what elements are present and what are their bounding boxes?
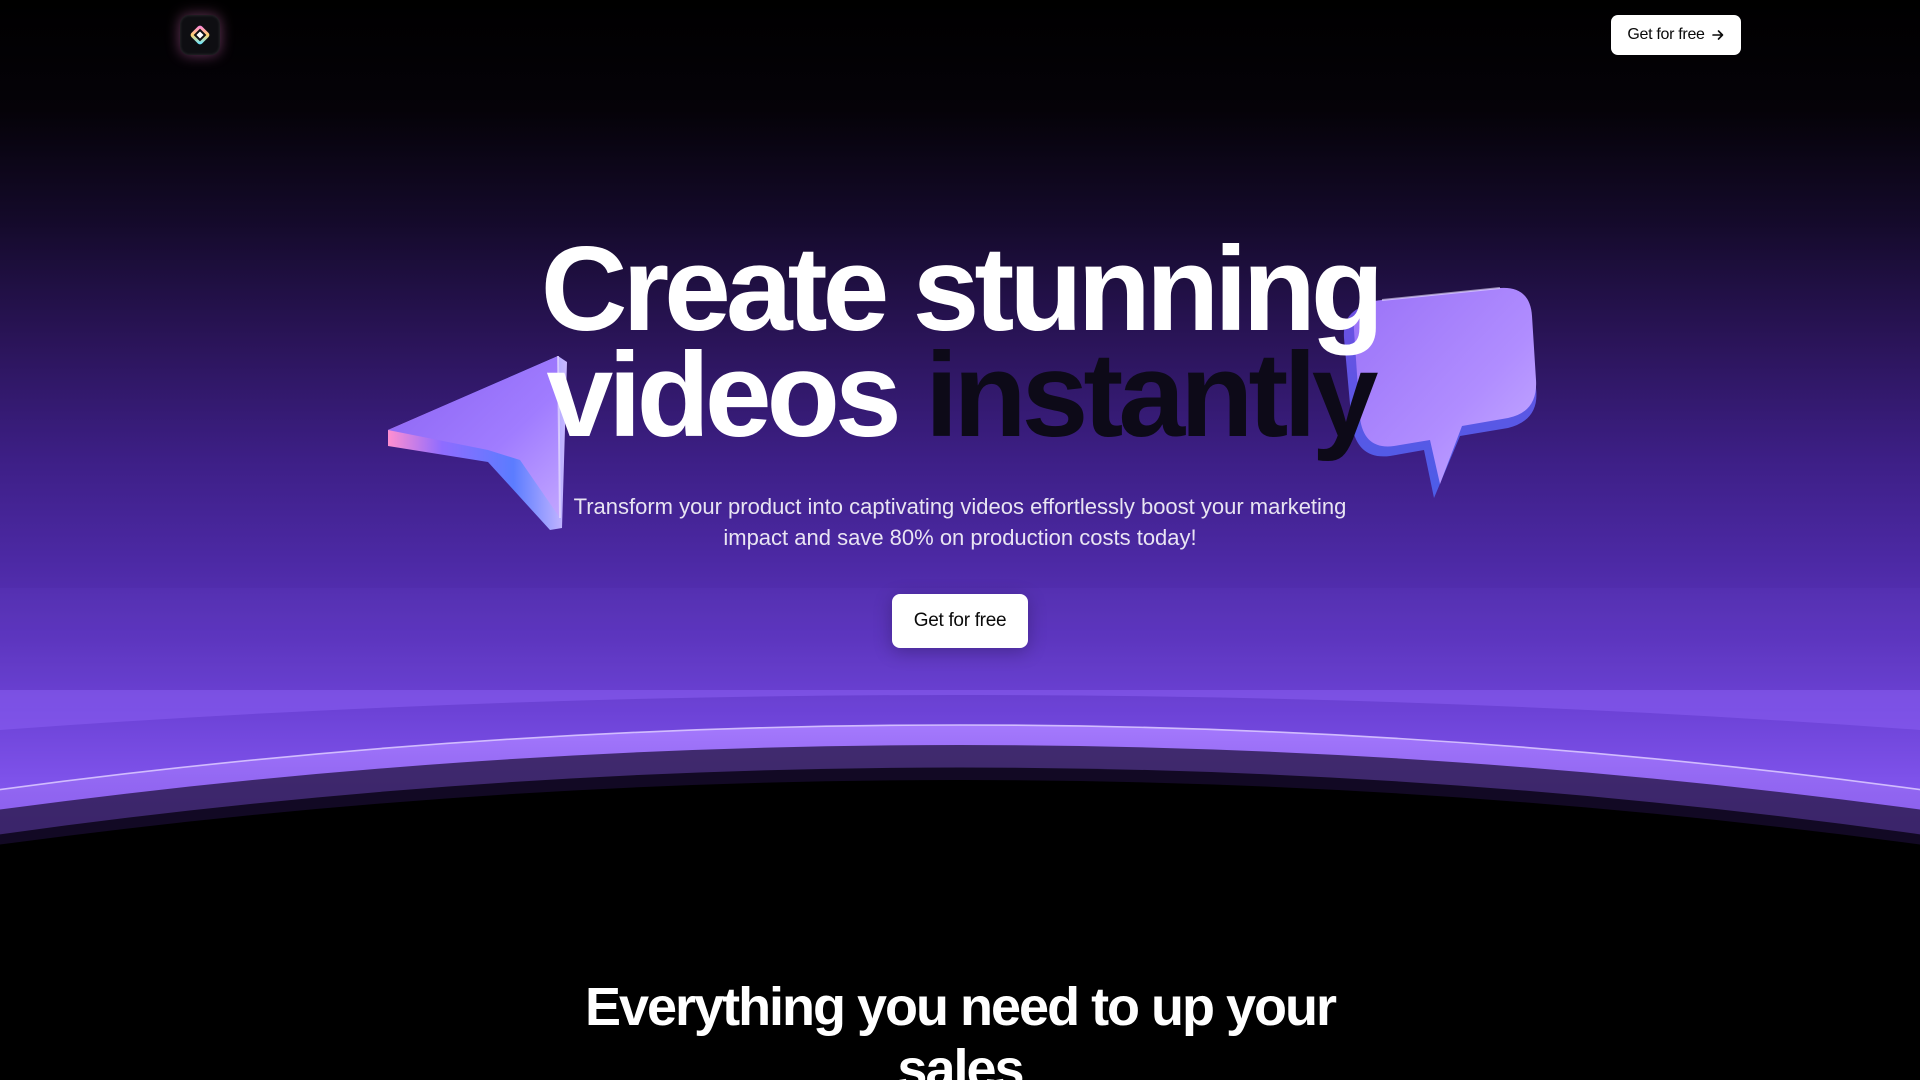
hero-headline: Create stunning videos instantly <box>0 222 1920 455</box>
hero-get-for-free-button[interactable]: Get for free <box>892 594 1028 648</box>
features-section-title: Everything you need to up your sales <box>584 977 1337 1080</box>
diamond-logo-icon <box>190 25 210 45</box>
headline-word-instantly: instantly <box>925 328 1378 462</box>
nav-get-for-free-button[interactable]: Get for free <box>1611 15 1741 55</box>
logo[interactable] <box>180 15 220 55</box>
headline-line-1: Create stunning <box>540 222 1384 356</box>
hero-cta-label: Get for free <box>913 610 1007 631</box>
arrow-right-icon <box>1711 30 1723 40</box>
headline-word-videos: videos <box>546 328 902 462</box>
hero-subtitle: Transform your product into captivating … <box>573 494 1347 550</box>
landing-page: Get for free Create stunning videos inst… <box>0 0 1920 1080</box>
headline-line-2: videos instantly <box>0 335 1920 455</box>
nav-cta-label: Get for free <box>1627 26 1705 43</box>
